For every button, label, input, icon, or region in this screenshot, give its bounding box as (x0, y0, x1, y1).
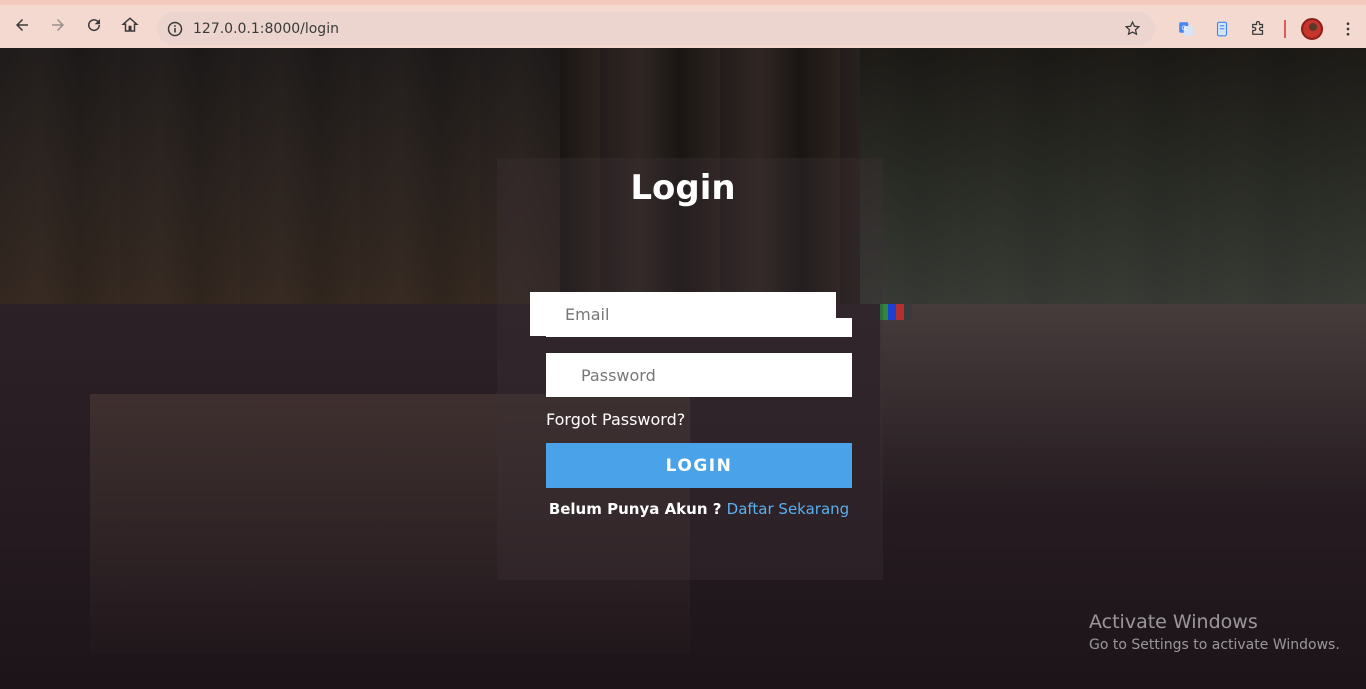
site-info-icon[interactable] (167, 21, 183, 37)
extensions-icon[interactable] (1240, 11, 1276, 47)
password-field[interactable] (546, 353, 852, 397)
watermark-subtitle: Go to Settings to activate Windows. (1089, 637, 1340, 653)
back-icon[interactable] (4, 7, 40, 43)
google-translate-icon[interactable]: G (1168, 11, 1204, 47)
url-text: 127.0.0.1:8000/login (193, 20, 339, 37)
bookmark-star-icon[interactable] (1124, 20, 1141, 37)
forward-icon[interactable] (40, 7, 76, 43)
login-button[interactable]: LOGIN (546, 443, 852, 488)
reload-icon[interactable] (76, 7, 112, 43)
browser-toolbar: 127.0.0.1:8000/login G (0, 0, 1366, 48)
profile-avatar[interactable] (1294, 11, 1330, 47)
home-icon[interactable] (112, 7, 148, 43)
register-prompt-text: Belum Punya Akun ? (548, 500, 727, 518)
windows-activation-watermark: Activate Windows Go to Settings to activ… (1089, 611, 1340, 653)
forgot-password-link[interactable]: Forgot Password? (546, 410, 685, 429)
address-bar[interactable]: 127.0.0.1:8000/login (157, 12, 1155, 45)
toolbar-divider (1284, 20, 1286, 38)
watermark-title: Activate Windows (1089, 611, 1258, 633)
login-heading: Login (630, 168, 736, 208)
register-prompt: Belum Punya Akun ? Daftar Sekarang (546, 500, 852, 518)
email-field[interactable] (530, 292, 836, 336)
login-page: Login Forgot Password? LOGIN Belum Punya… (0, 48, 1366, 689)
register-link[interactable]: Daftar Sekarang (727, 500, 850, 518)
render-glitch (880, 304, 912, 320)
reading-mode-icon[interactable] (1204, 11, 1240, 47)
more-menu-icon[interactable] (1330, 11, 1366, 47)
svg-text:G: G (1182, 25, 1187, 32)
